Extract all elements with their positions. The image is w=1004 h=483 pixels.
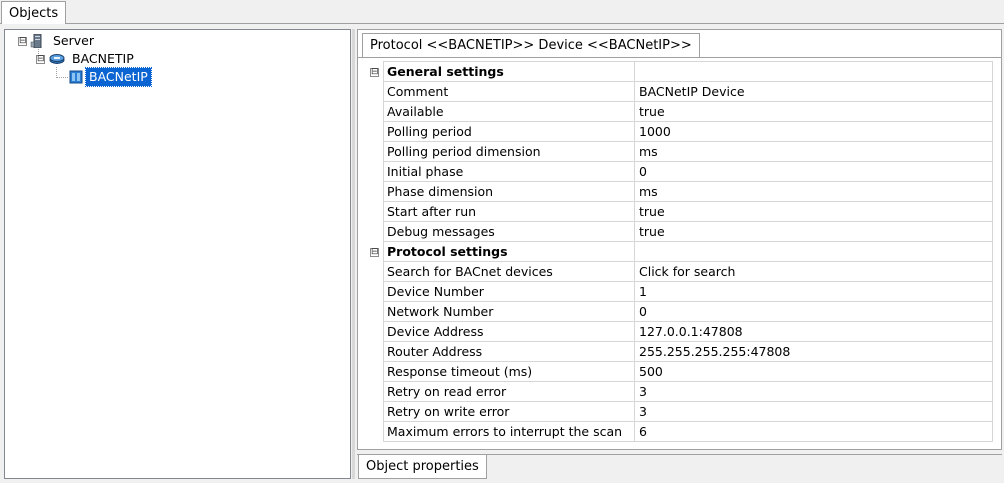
- property-row[interactable]: Search for BACnet devices Click for searc…: [366, 261, 993, 282]
- property-row[interactable]: Network Number 0: [366, 301, 993, 322]
- panel-splitter[interactable]: [352, 29, 355, 479]
- property-grid[interactable]: ⊟ General settings Comment BACNetIP Device A…: [366, 61, 993, 442]
- tree-item-server[interactable]: ⊟ Server: [5, 32, 345, 50]
- grid-gutter: [366, 201, 384, 222]
- tab-divider: [358, 57, 1001, 58]
- property-row[interactable]: Debug messages true: [366, 221, 993, 242]
- collapse-icon[interactable]: ⊟: [370, 68, 379, 77]
- grid-gutter: ⊟: [366, 241, 384, 262]
- property-value[interactable]: 3: [634, 381, 993, 402]
- top-tabbar: Objects: [0, 0, 1004, 24]
- property-name: Network Number: [383, 301, 635, 322]
- property-row[interactable]: Phase dimension ms: [366, 181, 993, 202]
- tree-item-bacnetip-device[interactable]: BACNetIP: [5, 67, 345, 87]
- property-name: Start after run: [383, 201, 635, 222]
- property-row[interactable]: Available true: [366, 101, 993, 122]
- server-icon: [30, 34, 42, 48]
- tree-label-server: Server: [53, 33, 94, 48]
- grid-gutter: [366, 361, 384, 382]
- tree-label-device: BACNetIP: [85, 67, 152, 87]
- device-icon: [69, 70, 83, 84]
- tree-label-bacnetip: BACNETIP: [72, 51, 134, 66]
- collapse-icon[interactable]: ⊟: [370, 248, 379, 257]
- section-title: General settings: [383, 61, 635, 82]
- property-name: Available: [383, 101, 635, 122]
- property-name: Device Number: [383, 281, 635, 302]
- collapse-icon[interactable]: ⊟: [18, 37, 27, 46]
- grid-gutter: [366, 121, 384, 142]
- grid-gutter: [366, 221, 384, 242]
- grid-gutter: [366, 161, 384, 182]
- property-value[interactable]: ms: [634, 181, 993, 202]
- tree-item-bacnetip-protocol[interactable]: ⊟ BACNETIP: [5, 50, 345, 68]
- section-header[interactable]: ⊟ General settings: [366, 61, 993, 82]
- property-value[interactable]: Click for search: [634, 261, 993, 282]
- tab-object-properties[interactable]: Object properties: [358, 455, 487, 479]
- property-row[interactable]: Retry on write error 3: [366, 401, 993, 422]
- property-value[interactable]: ms: [634, 141, 993, 162]
- grid-gutter: [366, 421, 384, 442]
- property-name: Comment: [383, 81, 635, 102]
- property-row[interactable]: Start after run true: [366, 201, 993, 222]
- grid-gutter: [366, 261, 384, 282]
- section-title: Protocol settings: [383, 241, 635, 262]
- property-row[interactable]: Polling period 1000: [366, 121, 993, 142]
- grid-gutter: [366, 341, 384, 362]
- section-header[interactable]: ⊟ Protocol settings: [366, 241, 993, 262]
- property-value[interactable]: 0: [634, 161, 993, 182]
- grid-gutter: [366, 101, 384, 122]
- grid-gutter: [366, 321, 384, 342]
- property-row[interactable]: Device Address 127.0.0.1:47808: [366, 321, 993, 342]
- property-row[interactable]: Initial phase 0: [366, 161, 993, 182]
- collapse-icon[interactable]: ⊟: [36, 55, 45, 64]
- property-name: Device Address: [383, 321, 635, 342]
- property-name: Maximum errors to interrupt the scan: [383, 421, 635, 442]
- grid-gutter: [366, 401, 384, 422]
- property-value[interactable]: BACNetIP Device: [634, 81, 993, 102]
- property-row[interactable]: Polling period dimension ms: [366, 141, 993, 162]
- property-name: Search for BACnet devices: [383, 261, 635, 282]
- property-row[interactable]: Comment BACNetIP Device: [366, 81, 993, 102]
- property-value[interactable]: 500: [634, 361, 993, 382]
- property-row[interactable]: Retry on read error 3: [366, 381, 993, 402]
- section-value-empty: [634, 61, 993, 82]
- property-value[interactable]: 255.255.255.255:47808: [634, 341, 993, 362]
- property-value[interactable]: 1: [634, 281, 993, 302]
- grid-gutter: [366, 141, 384, 162]
- property-name: Retry on read error: [383, 381, 635, 402]
- tab-protocol-device[interactable]: Protocol <<BACNETIP>> Device <<BACNetIP>…: [362, 33, 700, 58]
- property-row[interactable]: Response timeout (ms) 500: [366, 361, 993, 382]
- property-value[interactable]: 1000: [634, 121, 993, 142]
- property-name: Polling period dimension: [383, 141, 635, 162]
- property-value[interactable]: true: [634, 101, 993, 122]
- grid-gutter: [366, 301, 384, 322]
- network-protocol-icon: [49, 54, 65, 64]
- property-row[interactable]: Maximum errors to interrupt the scan 6: [366, 421, 993, 442]
- property-value[interactable]: 127.0.0.1:47808: [634, 321, 993, 342]
- property-value[interactable]: 6: [634, 421, 993, 442]
- property-value[interactable]: 3: [634, 401, 993, 422]
- property-name: Router Address: [383, 341, 635, 362]
- grid-gutter: [366, 181, 384, 202]
- property-value[interactable]: true: [634, 221, 993, 242]
- grid-gutter: [366, 81, 384, 102]
- property-name: Response timeout (ms): [383, 361, 635, 382]
- property-name: Retry on write error: [383, 401, 635, 422]
- property-name: Debug messages: [383, 221, 635, 242]
- property-name: Phase dimension: [383, 181, 635, 202]
- property-row[interactable]: Router Address 255.255.255.255:47808: [366, 341, 993, 362]
- property-value[interactable]: true: [634, 201, 993, 222]
- property-row[interactable]: Device Number 1: [366, 281, 993, 302]
- tab-objects[interactable]: Objects: [1, 1, 67, 24]
- grid-gutter: [366, 281, 384, 302]
- grid-gutter: [366, 381, 384, 402]
- property-value[interactable]: 0: [634, 301, 993, 322]
- properties-panel: Protocol <<BACNETIP>> Device <<BACNetIP>…: [357, 29, 1002, 450]
- property-name: Initial phase: [383, 161, 635, 182]
- object-tree[interactable]: ⊟ Server ⊟ BACNETIP BACNetIP: [4, 29, 351, 479]
- property-name: Polling period: [383, 121, 635, 142]
- grid-gutter: ⊟: [366, 61, 384, 82]
- section-value-empty: [634, 241, 993, 262]
